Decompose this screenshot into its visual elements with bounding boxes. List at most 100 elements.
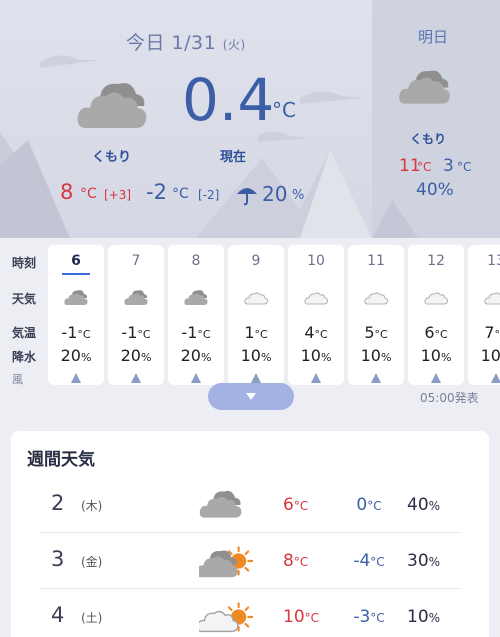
today-condition: くもり xyxy=(92,150,132,165)
label-rain: 降水 xyxy=(12,350,37,364)
wind-arrow-icon xyxy=(191,373,201,383)
light-cloud-icon xyxy=(244,292,268,305)
tomorrow-title: 明日 xyxy=(418,28,449,46)
week-rain: 40% xyxy=(407,495,441,515)
today-low-diff: [-2] xyxy=(198,188,220,202)
current-hour-indicator xyxy=(62,273,90,275)
today-high-diff: [+3] xyxy=(104,188,132,202)
wind-arrow-icon xyxy=(251,373,261,383)
wind-arrow-icon xyxy=(431,373,441,383)
current-temperature: 0.4 xyxy=(182,66,275,134)
hour-temp: 4°C xyxy=(304,323,328,342)
chevron-down-icon xyxy=(246,393,256,400)
hour-rain: 10% xyxy=(240,346,272,365)
today-low: -2 xyxy=(146,180,167,204)
week-weekday: (金) xyxy=(81,555,103,569)
expand-button[interactable] xyxy=(208,383,294,410)
week-day: 2 xyxy=(51,491,65,515)
today-rain-unit: % xyxy=(292,188,305,203)
today-rain-chance: 20 xyxy=(262,182,288,206)
hour-temp: 6°C xyxy=(424,323,448,342)
umbrella-icon xyxy=(237,188,257,206)
hour-column: 7 -1°C 20% xyxy=(108,245,164,385)
light-cloud-icon xyxy=(364,292,388,305)
label-time: 時刻 xyxy=(12,256,37,270)
hour-label: 13 xyxy=(487,253,500,269)
light-cloud-icon xyxy=(484,292,500,305)
cloud-icon xyxy=(64,290,88,305)
cloud-icon xyxy=(184,290,208,305)
tomorrow-high-unit: °C xyxy=(417,160,432,174)
hour-temp: 1°C xyxy=(244,323,268,342)
hour-rain: 10% xyxy=(420,346,452,365)
light-cloud-icon xyxy=(304,292,328,305)
today-panel: 今日 1/31 (火) くもり 0.4 °C 現在 8 °C [+3] -2 °… xyxy=(0,0,372,238)
today-date: 今日 1/31 (火) xyxy=(126,28,246,55)
light-cloud-icon xyxy=(424,292,448,305)
today-high: 8 xyxy=(60,180,74,204)
wind-arrow-icon xyxy=(311,373,321,383)
hour-label: 12 xyxy=(427,253,445,269)
hour-label: 10 xyxy=(307,253,325,269)
week-day: 4 xyxy=(51,603,65,627)
issued-time: 05:00発表 xyxy=(420,391,479,405)
weekly-row[interactable]: 3 (金) 8°C -4°C 30% xyxy=(39,535,461,589)
week-weekday: (木) xyxy=(81,499,103,513)
cloud-icon xyxy=(199,490,242,518)
weekly-title: 週間天気 xyxy=(27,450,95,470)
hour-temp: -1°C xyxy=(61,323,91,342)
week-rain: 10% xyxy=(407,607,441,627)
weekly-row[interactable]: 4 (土) 10°C -3°C 10% xyxy=(39,591,461,637)
wind-arrow-icon xyxy=(491,373,500,383)
weekly-forecast-card: 週間天気 2 (木) 6°C 0°C 40% 3 (金) 8°C -4°C 30% 4 (土) 10°C… xyxy=(11,431,489,637)
tomorrow-low-unit: °C xyxy=(457,160,472,174)
hour-rain: 20% xyxy=(180,346,212,365)
week-day: 3 xyxy=(51,547,65,571)
current-label: 現在 xyxy=(220,150,247,165)
today-date-text: 今日 1/31 xyxy=(126,32,217,54)
week-weekday: (土) xyxy=(81,611,103,625)
cloud-icon xyxy=(124,290,148,305)
hour-label: 11 xyxy=(367,253,385,269)
hour-rain: 20% xyxy=(60,346,92,365)
hour-temp: 5°C xyxy=(364,323,388,342)
tomorrow-rain-chance: 40% xyxy=(416,180,454,200)
tomorrow-low: 3 xyxy=(443,156,454,176)
hour-rain: 20% xyxy=(120,346,152,365)
hourly-forecast-strip[interactable]: 6 -1°C 20% 7 -1°C 20% 8 -1°C 20% 9 1°C 10% 10 4°C 10% 1… xyxy=(48,245,500,385)
hour-label: 8 xyxy=(191,253,201,269)
week-high: 6°C xyxy=(283,495,309,515)
week-low: -3°C xyxy=(353,607,385,627)
today-weekday: (火) xyxy=(222,38,246,52)
hour-column: 12 6°C 10% xyxy=(408,245,464,385)
cloud-icon xyxy=(77,83,147,128)
hour-label: 6 xyxy=(71,253,81,269)
hour-rain: 10% xyxy=(300,346,332,365)
week-rain: 30% xyxy=(407,551,441,571)
label-wind: 風 xyxy=(12,373,23,386)
hour-label: 7 xyxy=(131,253,141,269)
weekly-row[interactable]: 2 (木) 6°C 0°C 40% xyxy=(39,479,461,533)
hour-rain: 10% xyxy=(480,346,500,365)
weather-app: 今日 1/31 (火) くもり 0.4 °C 現在 8 °C [+3] -2 °… xyxy=(0,0,500,637)
tomorrow-condition: くもり xyxy=(410,132,447,146)
hour-temp: 7°C xyxy=(484,323,500,342)
hour-rain: 10% xyxy=(360,346,392,365)
today-low-unit: °C xyxy=(172,186,189,202)
light-cloud-sun-icon xyxy=(196,602,254,633)
week-high: 10°C xyxy=(283,607,320,627)
label-weather: 天気 xyxy=(12,292,37,306)
hour-column: 6 -1°C 20% xyxy=(48,245,104,385)
wind-arrow-icon xyxy=(71,373,81,383)
week-low: 0°C xyxy=(356,495,382,515)
hour-column: 10 4°C 10% xyxy=(288,245,344,385)
hour-column: 11 5°C 10% xyxy=(348,245,404,385)
hour-temp: -1°C xyxy=(121,323,151,342)
current-temperature-unit: °C xyxy=(272,98,296,122)
hour-column: 13 7°C 10% xyxy=(468,245,500,385)
wind-arrow-icon xyxy=(131,373,141,383)
hour-column: 9 1°C 10% xyxy=(228,245,284,385)
hour-label: 9 xyxy=(251,253,261,269)
label-temp: 気温 xyxy=(12,326,37,340)
wind-arrow-icon xyxy=(371,373,381,383)
